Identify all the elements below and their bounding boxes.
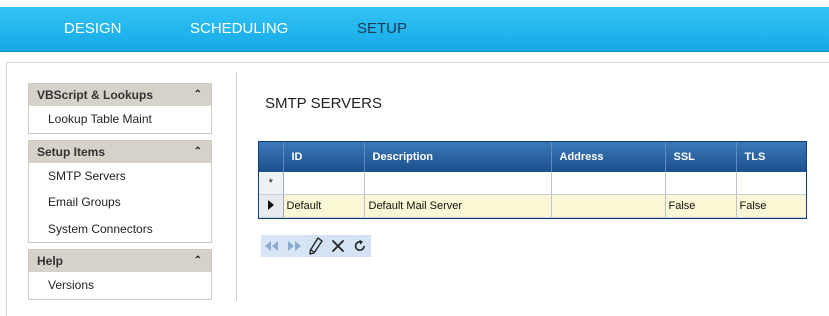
new-row-cell[interactable] <box>364 172 552 195</box>
refresh-button[interactable] <box>349 235 371 257</box>
row-selector[interactable] <box>259 194 284 218</box>
sidebar: VBScript & Lookups ⌃ Lookup Table Maint … <box>28 83 212 306</box>
smtp-servers-grid: ID Description Address SSL TLS * Default <box>258 141 807 219</box>
collapse-icon[interactable]: ⌃ <box>194 250 202 272</box>
rewind-icon <box>265 241 278 251</box>
sidebar-group-title: Setup Items <box>37 144 106 159</box>
new-row-cell[interactable] <box>736 172 806 195</box>
collapse-icon[interactable]: ⌃ <box>194 84 202 106</box>
edit-button[interactable] <box>305 235 327 257</box>
sidebar-item-email-groups[interactable]: Email Groups <box>29 189 211 216</box>
grid-selector-header <box>259 142 284 172</box>
sidebar-divider <box>236 72 237 301</box>
nav-scheduling[interactable]: SCHEDULING <box>190 20 288 37</box>
grid-toolbar <box>261 235 371 257</box>
pencil-icon <box>309 237 323 255</box>
cell-ssl[interactable]: False <box>665 194 737 218</box>
new-row[interactable]: * <box>259 172 806 195</box>
column-header-tls[interactable]: TLS <box>736 142 806 172</box>
close-icon <box>332 240 344 252</box>
sidebar-item-versions[interactable]: Versions <box>29 272 211 299</box>
cell-address[interactable] <box>551 194 666 218</box>
sidebar-group-vbscript: VBScript & Lookups ⌃ Lookup Table Maint <box>28 83 212 134</box>
sidebar-group-header[interactable]: Setup Items ⌃ <box>29 140 211 163</box>
nav-design[interactable]: DESIGN <box>64 20 122 37</box>
column-header-ssl[interactable]: SSL <box>665 142 737 172</box>
sidebar-item-lookup-table-maint[interactable]: Lookup Table Maint <box>29 106 211 133</box>
new-row-marker: * <box>259 172 284 195</box>
sidebar-group-title: VBScript & Lookups <box>37 88 154 102</box>
sidebar-group-title: Help <box>37 254 64 268</box>
table-row[interactable]: Default Default Mail Server False False <box>259 194 806 218</box>
cell-id[interactable]: Default <box>283 194 365 218</box>
delete-button[interactable] <box>327 235 349 257</box>
new-row-cell[interactable] <box>283 172 365 195</box>
page-title: SMTP SERVERS <box>265 95 382 112</box>
nav-setup[interactable]: SETUP <box>357 20 407 37</box>
last-record-button[interactable] <box>283 235 305 257</box>
sidebar-group-header[interactable]: Help ⌃ <box>29 250 211 272</box>
first-record-button[interactable] <box>261 235 283 257</box>
collapse-icon[interactable]: ⌃ <box>194 141 202 163</box>
top-navigation-bar: DESIGN SCHEDULING SETUP <box>0 7 829 52</box>
grid-header-row: ID Description Address SSL TLS <box>259 142 806 172</box>
row-pointer-icon <box>267 199 274 210</box>
sidebar-group-help: Help ⌃ Versions <box>28 249 212 300</box>
fast-forward-icon <box>288 241 301 251</box>
column-header-description[interactable]: Description <box>364 142 552 172</box>
cell-description[interactable]: Default Mail Server <box>364 194 552 218</box>
new-row-cell[interactable] <box>551 172 666 195</box>
column-header-id[interactable]: ID <box>283 142 365 172</box>
new-row-cell[interactable] <box>665 172 737 195</box>
refresh-icon <box>354 239 365 252</box>
sidebar-group-setup-items: Setup Items ⌃ SMTP Servers Email Groups … <box>28 139 212 243</box>
sidebar-item-system-connectors[interactable]: System Connectors <box>29 216 211 243</box>
sidebar-group-header[interactable]: VBScript & Lookups ⌃ <box>29 84 211 106</box>
sidebar-item-smtp-servers[interactable]: SMTP Servers <box>29 163 211 190</box>
cell-tls[interactable]: False <box>736 194 806 218</box>
column-header-address[interactable]: Address <box>551 142 666 172</box>
